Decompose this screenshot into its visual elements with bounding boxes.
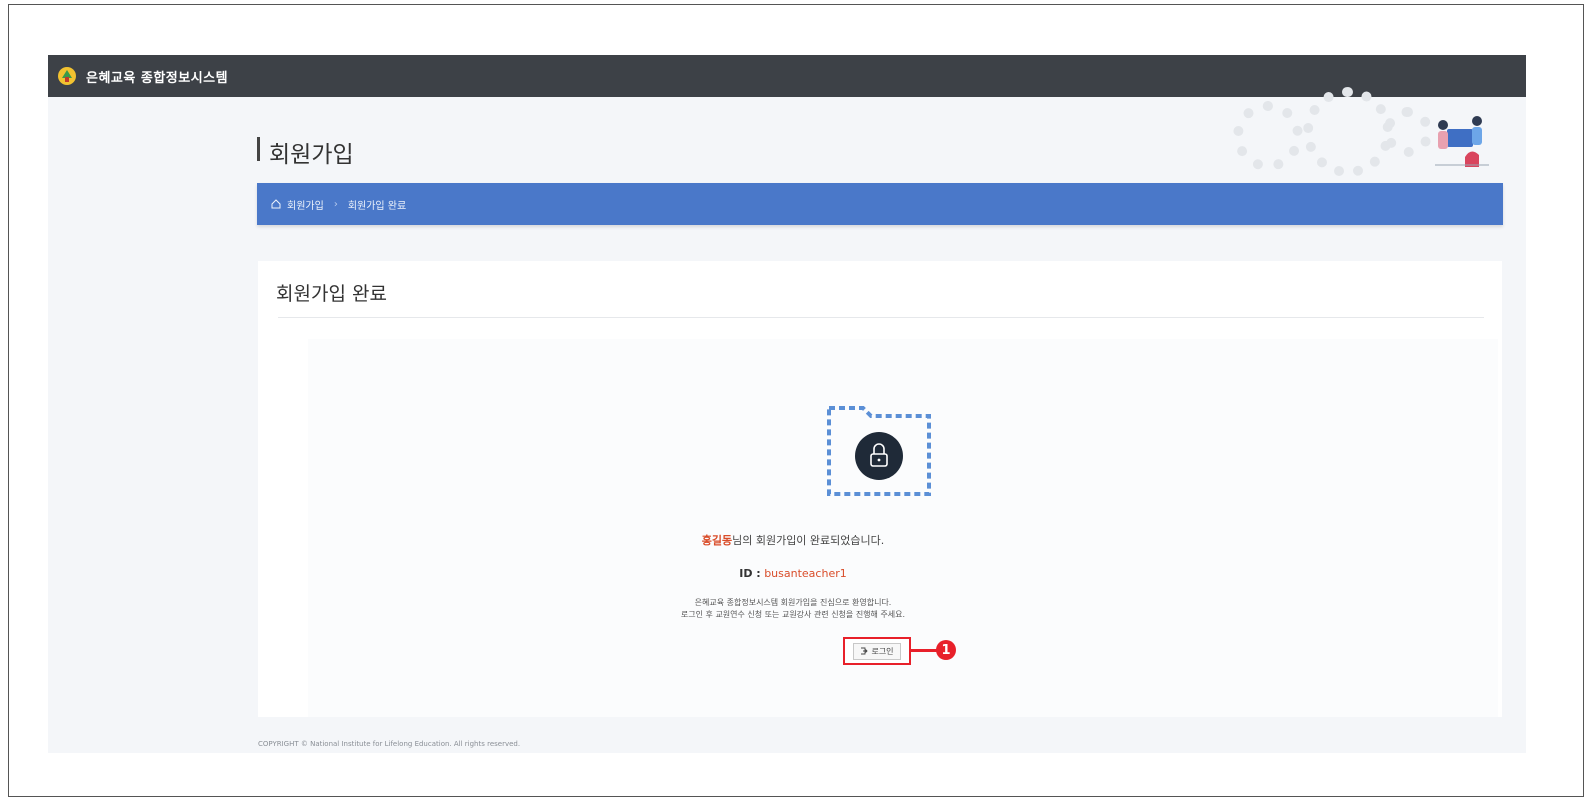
page-title: 회원가입 — [269, 142, 354, 168]
login-button[interactable]: 로그인 — [853, 642, 901, 660]
home-icon[interactable] — [271, 199, 281, 209]
people-illustration-icon — [1435, 116, 1489, 167]
login-icon — [860, 647, 869, 655]
welcome-note-line-1: 은혜교육 종합정보시스템 회원가입을 진심으로 환영합니다. — [694, 598, 892, 607]
completion-message: 홍길동님의 회원가입이 완료되었습니다. — [0, 532, 1586, 548]
title-accent-bar — [257, 137, 260, 161]
callout-connector — [911, 649, 937, 652]
top-navigation-bar: 은혜교육 종합정보시스템 — [48, 55, 1526, 97]
completion-message-text: 님의 회원가입이 완료되었습니다. — [732, 534, 885, 547]
id-label: ID : — [739, 567, 761, 580]
login-button-label: 로그인 — [871, 646, 894, 656]
footer-copyright: COPYRIGHT © National Institute for Lifel… — [258, 740, 521, 748]
member-id-line: ID : busanteacher1 — [0, 567, 1586, 580]
breadcrumb-separator: › — [333, 198, 338, 210]
member-name: 홍길동 — [701, 534, 733, 547]
card-title: 회원가입 완료 — [276, 283, 387, 305]
welcome-note: 은혜교육 종합정보시스템 회원가입을 진심으로 환영합니다. 로그인 후 교원연… — [0, 597, 1586, 621]
app-title[interactable]: 은혜교육 종합정보시스템 — [86, 67, 228, 86]
lock-folder-icon — [823, 398, 935, 500]
breadcrumb-item-signup[interactable]: 회원가입 — [287, 197, 324, 212]
welcome-note-line-2: 로그인 후 교원연수 신청 또는 교원강사 관련 신청을 진행해 주세요. — [680, 610, 906, 619]
page-header: 회원가입 — [257, 87, 1503, 185]
header-illustration — [1163, 87, 1503, 185]
breadcrumb: 회원가입 › 회원가입 완료 — [257, 183, 1503, 225]
login-button-highlight[interactable]: 로그인 — [843, 637, 911, 665]
gear-decoration — [1233, 101, 1303, 171]
breadcrumb-item-complete[interactable]: 회원가입 완료 — [348, 197, 406, 212]
gear-decoration — [1303, 87, 1393, 177]
card-divider — [278, 317, 1484, 318]
main-content: 회원가입 회원가입 › 회원가입 완료 회원가입 완료 — [48, 87, 1526, 753]
emblem-icon[interactable] — [56, 65, 78, 87]
callout-number-badge: 1 — [936, 640, 956, 660]
id-value: busanteacher1 — [764, 567, 847, 580]
